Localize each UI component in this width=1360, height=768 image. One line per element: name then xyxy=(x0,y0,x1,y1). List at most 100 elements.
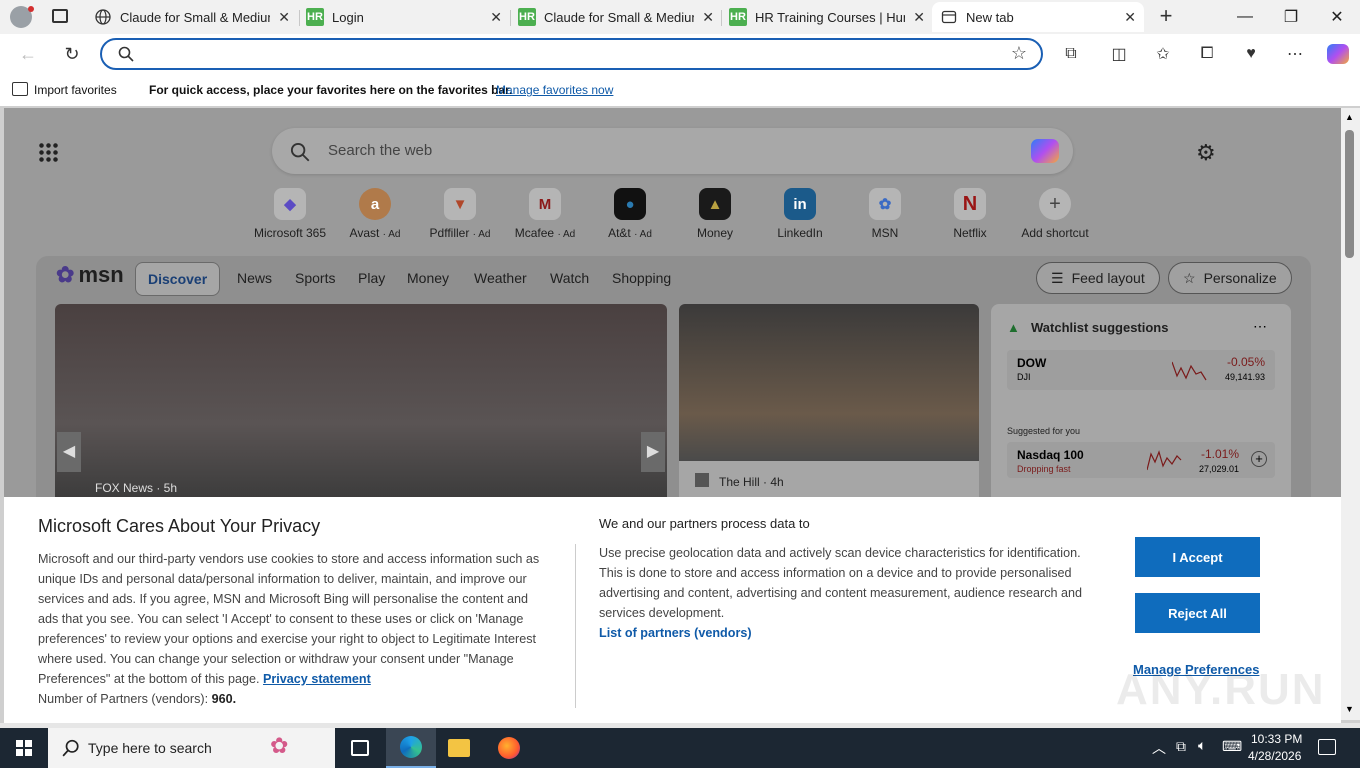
shortcut-avast[interactable]: a Avast · Ad xyxy=(335,188,415,240)
minimize-icon[interactable]: — xyxy=(1222,0,1268,34)
stock-row[interactable]: Nasdaq 100 Dropping fast -1.01% 27,029.0… xyxy=(1007,442,1275,478)
tab-4[interactable]: HR HR Training Courses | Huma ✕ xyxy=(721,2,933,32)
toolbar: ← ↻ ☆ ⧉ ◫ ✩ ⧠ ♥ ⋯ xyxy=(0,34,1360,74)
edge-taskbar-icon[interactable] xyxy=(386,728,436,768)
story-2-image[interactable] xyxy=(679,304,979,461)
network-icon[interactable]: ⧉ xyxy=(1176,738,1186,755)
partners-label: Number of Partners (vendors): xyxy=(38,692,209,706)
shortcut-pdffiller[interactable]: ▼ Pdffiller · Ad xyxy=(420,188,500,240)
shortcut-microsoft-365[interactable]: ◆ Microsoft 365 xyxy=(250,188,330,240)
web-search-box[interactable]: Search the web xyxy=(272,128,1073,174)
shortcut-msn[interactable]: ✿ MSN xyxy=(845,188,925,240)
shortcut-mcafee[interactable]: M Mcafee · Ad xyxy=(505,188,585,240)
restore-icon[interactable]: ❐ xyxy=(1268,0,1314,34)
collections-icon[interactable]: ⧠ xyxy=(1197,44,1217,64)
tab-title: New tab xyxy=(966,9,1014,25)
back-icon[interactable]: ← xyxy=(18,44,38,64)
settings-gear-icon[interactable]: ⚙ xyxy=(1196,140,1216,166)
hero-story-image[interactable]: ◀ ▶ FOX News · 5h xyxy=(55,304,667,504)
clock-date[interactable]: 4/28/2026 xyxy=(1248,749,1301,763)
firefox-icon[interactable] xyxy=(498,737,520,759)
shortcut-money[interactable]: ▲ Money xyxy=(675,188,755,240)
close-tab-icon[interactable]: ✕ xyxy=(702,9,714,26)
more-options-icon[interactable]: ⋯ xyxy=(1253,318,1267,335)
personalize-button[interactable]: ☆ Personalize xyxy=(1168,262,1292,294)
tab-1[interactable]: Claude for Small & Medium ✕ xyxy=(86,2,298,32)
feed-layout-button[interactable]: ☰ Feed layout xyxy=(1036,262,1160,294)
close-tab-icon[interactable]: ✕ xyxy=(1124,9,1136,26)
tab-shopping[interactable]: Shopping xyxy=(612,270,671,286)
split-screen-icon[interactable]: ◫ xyxy=(1109,44,1129,64)
close-tab-icon[interactable]: ✕ xyxy=(490,9,502,26)
tab-news[interactable]: News xyxy=(237,270,272,286)
import-favorites-button[interactable]: Import favorites xyxy=(34,83,117,97)
new-tab-button[interactable]: + xyxy=(1154,4,1178,28)
carousel-next-button[interactable]: ▶ xyxy=(641,432,665,472)
copilot-icon[interactable] xyxy=(1031,139,1059,163)
copilot-icon[interactable] xyxy=(1327,44,1349,64)
taskbar-search-box[interactable]: Type here to search ✿ xyxy=(48,728,335,768)
privacy-statement-link[interactable]: Privacy statement xyxy=(263,672,371,686)
tab-3[interactable]: HR Claude for Small & Medium ✕ xyxy=(510,2,722,32)
close-tab-icon[interactable]: ✕ xyxy=(278,9,290,26)
stock-value: 27,029.01 xyxy=(1198,464,1239,474)
accept-button[interactable]: I Accept xyxy=(1135,537,1260,577)
windows-start-icon[interactable] xyxy=(16,740,32,756)
refresh-icon[interactable]: ↻ xyxy=(62,44,82,64)
address-bar[interactable]: ☆ xyxy=(100,38,1043,70)
search-icon xyxy=(62,739,80,762)
favorite-star-icon[interactable]: ☆ xyxy=(1011,43,1027,64)
browser-essentials-icon[interactable]: ♥ xyxy=(1241,44,1261,64)
shortcut-netflix[interactable]: N Netflix xyxy=(930,188,1010,240)
apps-launcher-icon[interactable] xyxy=(38,142,58,162)
extensions-icon[interactable]: ⧉ xyxy=(1061,44,1081,64)
tab-5[interactable]: New tab ✕ xyxy=(932,2,1144,32)
privacy-consent-banner: Microsoft Cares About Your Privacy Micro… xyxy=(4,497,1341,723)
stock-change: -1.01% xyxy=(1200,447,1239,461)
carousel-prev-button[interactable]: ◀ xyxy=(57,432,81,472)
msn-logo: ✿ msn xyxy=(56,262,124,287)
partners-count: 960. xyxy=(211,692,237,706)
tab-play[interactable]: Play xyxy=(358,270,385,286)
shortcut-add[interactable]: + Add shortcut xyxy=(1015,188,1095,240)
sparkline xyxy=(1146,446,1183,479)
tab-2[interactable]: HR Login ✕ xyxy=(298,2,510,32)
manage-favorites-link[interactable]: Manage favorites now xyxy=(496,83,613,97)
stock-change: -0.05% xyxy=(1226,355,1265,369)
add-to-watchlist-icon[interactable]: + xyxy=(1251,451,1267,467)
volume-icon[interactable]: 🔈︎ xyxy=(1198,737,1206,754)
reject-all-button[interactable]: Reject All xyxy=(1135,593,1260,633)
scroll-down-icon[interactable]: ▼ xyxy=(1345,704,1354,714)
notification-dot xyxy=(28,6,34,12)
scroll-up-icon[interactable]: ▲ xyxy=(1345,112,1354,122)
story-source: The Hill · 4h xyxy=(719,475,784,489)
page-scrollbar[interactable]: ▲ ▼ xyxy=(1341,108,1360,720)
tab-discover[interactable]: Discover xyxy=(135,262,221,296)
tab-actions-icon[interactable] xyxy=(52,9,68,23)
shortcut-linkedin[interactable]: in LinkedIn xyxy=(760,188,840,240)
file-explorer-icon[interactable] xyxy=(448,739,470,757)
task-view-icon[interactable] xyxy=(351,740,369,756)
stock-name: Nasdaq 100 xyxy=(1017,448,1084,462)
more-menu-icon[interactable]: ⋯ xyxy=(1285,44,1305,64)
tab-money[interactable]: Money xyxy=(407,270,449,286)
stock-row[interactable]: DOW DJI -0.05% 49,141.93 xyxy=(1007,350,1275,390)
msn-icon: ✿ xyxy=(869,188,901,220)
close-tab-icon[interactable]: ✕ xyxy=(913,9,925,26)
close-window-icon[interactable]: ✕ xyxy=(1314,0,1360,34)
favorites-icon[interactable]: ✩ xyxy=(1153,44,1173,64)
ime-icon[interactable]: ⌨︎ xyxy=(1222,738,1242,755)
vendors-list-link[interactable]: List of partners (vendors) xyxy=(599,626,752,640)
tab-weather[interactable]: Weather xyxy=(474,270,527,286)
notifications-icon[interactable] xyxy=(1318,739,1336,755)
tab-sports[interactable]: Sports xyxy=(295,270,335,286)
globe-icon xyxy=(94,8,112,26)
scroll-thumb[interactable] xyxy=(1345,130,1354,258)
import-favorites-icon xyxy=(12,82,28,96)
tab-watch[interactable]: Watch xyxy=(550,270,589,286)
show-hidden-icons[interactable]: ︿ xyxy=(1152,738,1166,758)
shortcut-att[interactable]: ● At&t · Ad xyxy=(590,188,670,240)
story-source: FOX News · 5h xyxy=(95,481,178,495)
clock-time[interactable]: 10:33 PM xyxy=(1251,732,1302,746)
address-input[interactable] xyxy=(142,44,1002,64)
